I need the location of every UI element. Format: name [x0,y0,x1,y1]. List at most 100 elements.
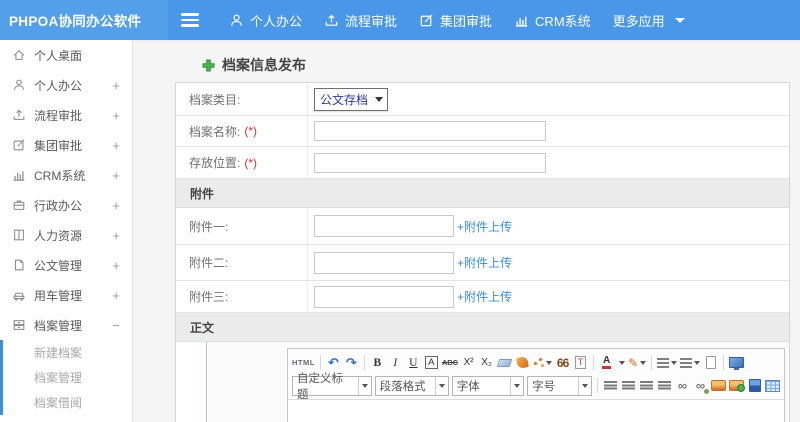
sidebar-subitem-archive-management[interactable]: 档案管理 [3,365,132,390]
sidebar-item-personal-desktop[interactable]: 个人桌面 [0,40,132,70]
upload-icon [13,109,25,120]
subitem-label: 档案借阅 [34,396,83,410]
nav-more-apps[interactable]: 更多应用 [613,0,685,40]
expand-toggle: + [112,77,120,93]
sidebar-item-crm-system[interactable]: CRM系统 + [0,160,132,190]
toolbar-separator [651,355,653,370]
sidebar-subitem-new-archive[interactable]: 新建档案 [3,340,132,365]
align-justify-button[interactable] [657,376,672,395]
unordered-list-button[interactable] [680,353,701,372]
toolbar-separator [723,355,725,370]
attachment-2-input[interactable] [314,251,454,274]
edit-icon [420,14,433,26]
sidebar-item-archive-management[interactable]: 档案管理 − [0,310,132,340]
font-family-select[interactable]: 字体 [451,375,525,396]
image-icon [711,380,726,391]
underline-button[interactable]: U [406,353,421,372]
font-color-button[interactable]: A [599,353,614,372]
attachment-1-input[interactable] [314,215,454,237]
expand-toggle: + [112,257,120,273]
font-size-select[interactable]: 字号 [527,375,592,396]
caret-down-icon [546,360,553,365]
remove-link-button[interactable]: ∞ [693,376,709,395]
sidebar-item-document-management[interactable]: 公文管理 + [0,250,132,280]
strikethrough-button[interactable]: ABC [442,353,458,372]
attachment-3-input[interactable] [314,285,454,308]
upload-icon [325,14,338,26]
monitor-icon [729,357,745,370]
highlight-button[interactable]: ✎ [628,353,647,372]
editor-content-area[interactable] [288,400,784,422]
storage-location-input[interactable] [314,152,546,173]
body-field-cell: HTML ↶ ↷ B I U A ABC X² X₂ 66 T A ✎ 自定义标… [207,342,789,422]
table-icon [765,379,780,392]
plus-green-icon [202,59,215,71]
paragraph-format-select[interactable]: 段落格式 [374,375,449,396]
eraser-button[interactable] [496,353,513,372]
bold-button[interactable]: B [370,353,385,372]
caret-down-icon [361,383,368,388]
new-page-button[interactable] [703,353,718,372]
format-painter-button[interactable] [515,353,530,372]
category-select[interactable]: 公文存档 [314,87,389,111]
paste-text-button[interactable]: T [573,353,588,372]
insert-image-button[interactable] [711,376,726,395]
caret-down-icon [582,383,588,388]
auto-typeset-button[interactable] [533,353,553,372]
field-label: 附件三: [176,281,308,312]
nav-personal-office[interactable]: 个人办公 [229,0,302,40]
expand-toggle: + [112,167,120,183]
align-right-button[interactable] [639,376,654,395]
link-icon: ∞ [677,378,688,393]
document-icon [14,259,24,271]
align-center-button[interactable] [621,376,636,395]
ordered-list-button[interactable] [657,353,678,372]
field-label: 档案名称: (*) [176,116,308,146]
attachment-3-upload-link[interactable]: +附件上传 [457,288,512,305]
superscript-button[interactable]: X² [461,353,476,372]
nav-group-approval[interactable]: 集团审批 [419,0,492,40]
nav-label: 集团审批 [440,13,493,29]
hamburger-menu-icon[interactable] [181,13,201,27]
attachment-2-upload-link[interactable]: +附件上传 [457,254,512,271]
insert-media-button[interactable] [747,376,762,395]
nav-crm-system[interactable]: CRM系统 [514,0,591,40]
archive-name-input[interactable] [314,121,546,141]
expand-toggle: + [112,107,120,123]
expand-toggle: + [112,287,120,303]
sidebar-item-workflow-approval[interactable]: 流程审批 + [0,100,132,130]
insert-table-button[interactable] [765,376,780,395]
page-title: 档案信息发布 [202,55,306,75]
sidebar-item-vehicle-management[interactable]: 用车管理 + [0,280,132,310]
sidebar-item-personal-office[interactable]: 个人办公 + [0,70,132,100]
caret-down-icon [694,360,701,365]
user-icon [231,14,242,26]
align-left-button[interactable] [603,376,618,395]
attachment-1-upload-link[interactable]: +附件上传 [457,218,512,235]
app-window: PHPOA协同办公软件 个人办公 流程审批 集团审批 CRM系统 更多应用 个人… [0,0,800,422]
insert-link-button[interactable]: ∞ [675,376,690,395]
sidebar-item-group-approval[interactable]: 集团审批 + [0,130,132,160]
bar-chart-icon [13,171,25,181]
heading-style-select[interactable]: 自定义标题 [292,373,372,401]
caret-down-icon [619,360,626,365]
fullscreen-button[interactable] [729,353,745,372]
category-select-value: 公文存档 [320,92,369,107]
subscript-button[interactable]: X₂ [479,353,494,372]
sidebar-item-label: 个人办公 [34,78,83,93]
image-plus-icon [729,380,745,392]
align-center-icon [622,380,635,391]
italic-button[interactable]: I [388,353,403,372]
sidebar-subitem-archive-borrow[interactable]: 档案借阅 [3,390,132,415]
form-row-attachment-3: 附件三: +附件上传 [176,281,789,313]
paste-icon: T [574,356,587,369]
format-block-button[interactable]: A [425,356,438,369]
blockquote-button[interactable]: 66 [555,353,570,372]
section-header-body: 正文 [176,313,789,342]
sidebar-item-admin-office[interactable]: 行政办公 + [0,190,132,220]
nav-workflow-approval[interactable]: 流程审批 [324,0,397,40]
sidebar-item-label: 集团审批 [34,138,83,153]
car-icon [13,292,25,301]
sidebar-item-human-resources[interactable]: 人力资源 + [0,220,132,250]
insert-network-image-button[interactable] [729,376,745,395]
